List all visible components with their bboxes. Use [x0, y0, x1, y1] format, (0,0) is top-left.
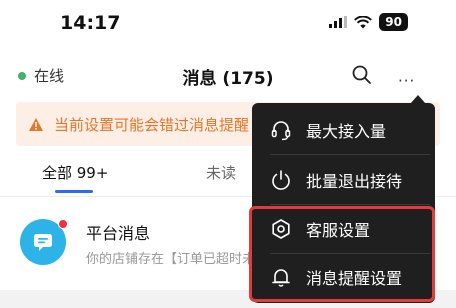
tab-all[interactable]: 全部 99+ — [42, 162, 108, 183]
menu-label: 消息提醒设置 — [306, 269, 403, 288]
settings-icon — [270, 218, 292, 240]
menu-item-service-settings[interactable]: 客服设置 — [252, 204, 435, 254]
wifi-icon — [354, 15, 373, 28]
banner-text: 当前设置可能会错过消息提醒 — [54, 115, 250, 134]
dropdown-menu: 最大接入量 批量退出接待 客服设置 消息提醒设置 — [252, 103, 435, 303]
more-icon[interactable]: ··· — [398, 72, 415, 90]
menu-item-notification-settings[interactable]: 消息提醒设置 — [252, 252, 435, 302]
headset-icon — [270, 119, 292, 141]
active-tab-indicator — [55, 190, 93, 193]
battery-indicator: 90 — [379, 13, 408, 31]
message-icon — [34, 234, 52, 251]
page-title: 消息 (175) — [182, 69, 274, 89]
search-button[interactable] — [350, 63, 374, 87]
tab-unread[interactable]: 未读 — [206, 162, 236, 183]
status-time: 14:17 — [60, 12, 121, 34]
menu-label: 批量退出接待 — [306, 172, 403, 191]
power-icon — [270, 169, 292, 191]
menu-label: 最大接入量 — [306, 122, 387, 141]
status-icons: 90 — [329, 13, 408, 31]
menu-item-batch-exit[interactable]: 批量退出接待 — [252, 155, 435, 205]
signal-icon — [329, 16, 348, 28]
search-icon — [352, 65, 371, 84]
menu-label: 客服设置 — [306, 221, 371, 240]
message-title: 平台消息 — [86, 224, 151, 243]
menu-item-max-capacity[interactable]: 最大接入量 — [252, 105, 435, 155]
warning-icon — [29, 117, 43, 131]
screen: 14:17 90 在线 消息 (175) ··· 当前设置可能会错过消息提醒 全… — [0, 0, 456, 308]
bell-icon — [270, 266, 292, 288]
unread-badge — [58, 219, 68, 229]
